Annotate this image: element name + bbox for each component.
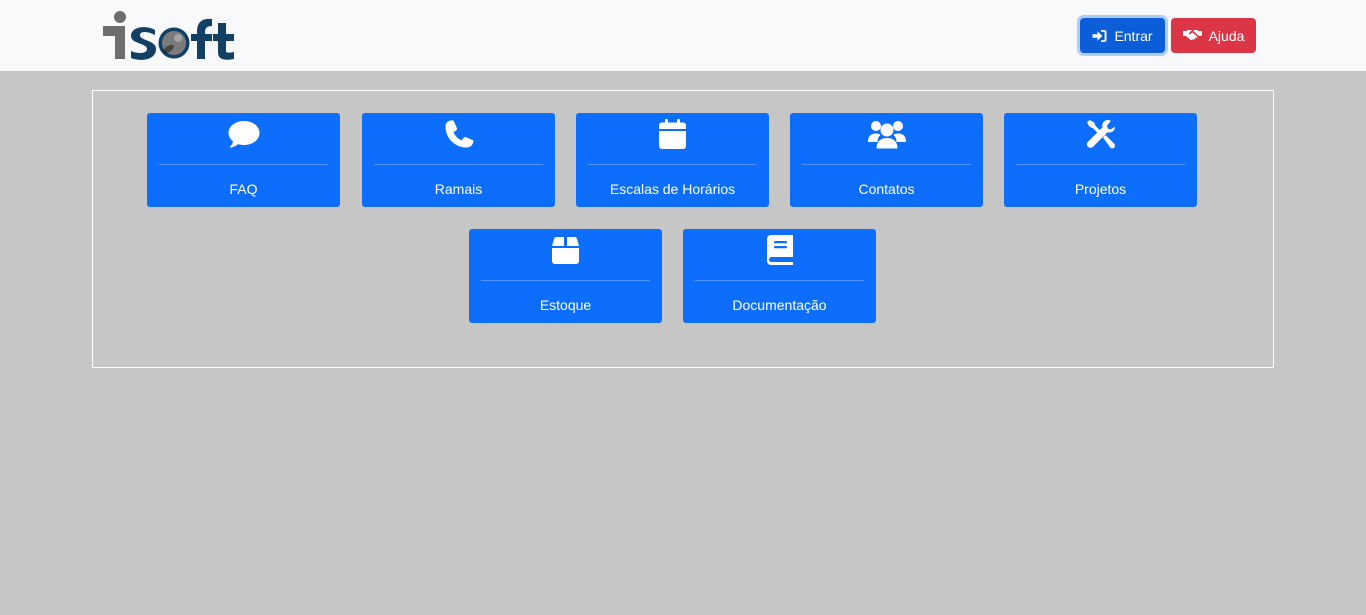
tile-divider — [481, 280, 650, 281]
box-icon — [469, 233, 662, 267]
tile-label: Escalas de Horários — [609, 181, 736, 197]
help-button[interactable]: Ajuda — [1171, 18, 1256, 53]
tile-faq[interactable]: FAQ — [147, 113, 340, 207]
tile-divider — [588, 164, 757, 165]
tile-label: Estoque — [539, 297, 592, 313]
tile-ramais[interactable]: Ramais — [362, 113, 555, 207]
brand-logo[interactable] — [101, 10, 241, 62]
comment-icon — [147, 117, 340, 151]
tile-label: Contatos — [858, 181, 915, 197]
tile-divider — [374, 164, 543, 165]
sign-in-icon — [1092, 29, 1107, 43]
tile-divider — [159, 164, 328, 165]
users-icon — [790, 117, 983, 151]
tile-escalas[interactable]: Escalas de Horários — [576, 113, 769, 207]
handshake-icon — [1182, 29, 1202, 42]
tile-estoque[interactable]: Estoque — [469, 229, 662, 323]
isoft-logo-graphic — [103, 11, 234, 60]
login-button[interactable]: Entrar — [1080, 18, 1165, 53]
tile-label: Projetos — [1074, 181, 1127, 197]
navbar: Entrar Ajuda — [0, 0, 1366, 71]
tile-contatos[interactable]: Contatos — [790, 113, 983, 207]
tile-divider — [802, 164, 971, 165]
tile-documentacao[interactable]: Documentação — [683, 229, 876, 323]
tools-icon — [1004, 117, 1197, 151]
tile-divider — [1016, 164, 1185, 165]
help-button-label: Ajuda — [1208, 27, 1245, 44]
tile-projetos[interactable]: Projetos — [1004, 113, 1197, 207]
tile-label: FAQ — [229, 181, 258, 197]
phone-icon — [362, 117, 555, 151]
tile-label: Documentação — [732, 297, 827, 313]
login-button-label: Entrar — [1114, 27, 1153, 44]
tile-divider — [695, 280, 864, 281]
apps-panel: FAQ Ramais Escalas de Horários Contatos … — [92, 90, 1274, 368]
calendar-icon — [576, 117, 769, 151]
book-icon — [683, 233, 876, 267]
tile-label: Ramais — [434, 181, 483, 197]
